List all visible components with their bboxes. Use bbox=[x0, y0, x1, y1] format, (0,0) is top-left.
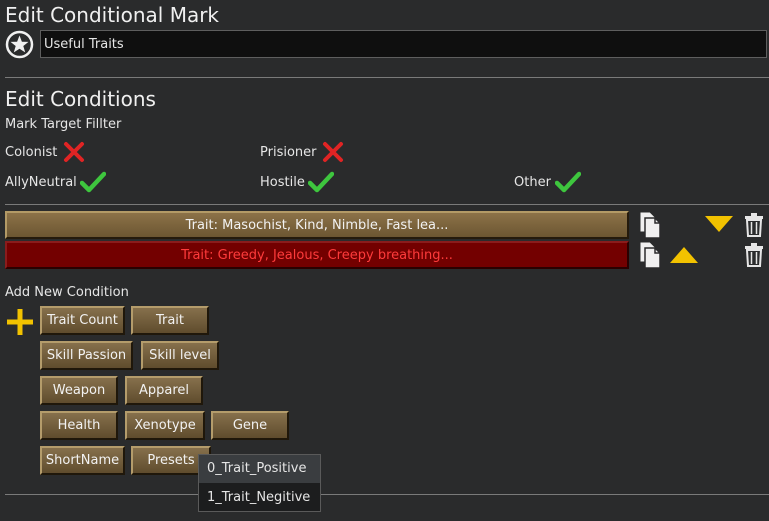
trait-button[interactable]: Trait bbox=[131, 306, 209, 335]
copy-icon[interactable] bbox=[638, 211, 662, 239]
short-name-button[interactable]: ShortName bbox=[40, 446, 125, 475]
cross-icon bbox=[63, 141, 85, 163]
target-filter-label: Mark Target Fillter bbox=[5, 117, 122, 132]
preset-option[interactable]: 0_Trait_Positive bbox=[199, 455, 320, 483]
check-icon bbox=[80, 171, 106, 193]
trait-count-button[interactable]: Trait Count bbox=[40, 306, 125, 335]
filter-label: Hostile bbox=[260, 175, 305, 190]
cross-icon bbox=[322, 141, 344, 163]
check-icon bbox=[555, 171, 581, 193]
divider bbox=[5, 494, 769, 495]
filter-label: Colonist bbox=[5, 145, 58, 160]
copy-icon[interactable] bbox=[638, 241, 662, 269]
trash-icon[interactable] bbox=[743, 213, 765, 237]
move-down-icon[interactable] bbox=[704, 215, 734, 233]
filter-label: AllyNeutral bbox=[5, 175, 77, 190]
plus-icon bbox=[6, 308, 34, 336]
dialog-title: Edit Conditional Mark bbox=[5, 3, 220, 27]
check-icon bbox=[308, 171, 334, 193]
preset-option[interactable]: 1_Trait_Negitive bbox=[199, 484, 320, 512]
condition-row[interactable]: Trait: Masochist, Kind, Nimble, Fast lea… bbox=[5, 211, 629, 239]
filter-label: Other bbox=[514, 175, 551, 190]
condition-row-label: Trait: Masochist, Kind, Nimble, Fast lea… bbox=[185, 218, 449, 233]
divider bbox=[5, 204, 769, 205]
add-condition-label: Add New Condition bbox=[5, 285, 129, 300]
divider bbox=[5, 77, 769, 78]
skill-level-button[interactable]: Skill level bbox=[141, 341, 219, 370]
conditions-title: Edit Conditions bbox=[5, 87, 156, 111]
filter-label: Prisioner bbox=[260, 145, 317, 160]
trash-icon[interactable] bbox=[743, 243, 765, 267]
apparel-button[interactable]: Apparel bbox=[125, 376, 203, 405]
health-button[interactable]: Health bbox=[40, 411, 118, 440]
presets-dropdown-menu: 0_Trait_Positive 1_Trait_Negitive bbox=[198, 454, 321, 512]
condition-row-label: Trait: Greedy, Jealous, Creepy breathing… bbox=[181, 248, 453, 263]
mark-name-input[interactable] bbox=[40, 30, 767, 58]
weapon-button[interactable]: Weapon bbox=[40, 376, 118, 405]
star-circle-icon[interactable] bbox=[5, 30, 34, 59]
gene-button[interactable]: Gene bbox=[211, 411, 289, 440]
xenotype-button[interactable]: Xenotype bbox=[125, 411, 205, 440]
move-up-icon[interactable] bbox=[669, 246, 699, 264]
condition-row[interactable]: Trait: Greedy, Jealous, Creepy breathing… bbox=[5, 241, 629, 269]
skill-passion-button[interactable]: Skill Passion bbox=[40, 341, 133, 370]
